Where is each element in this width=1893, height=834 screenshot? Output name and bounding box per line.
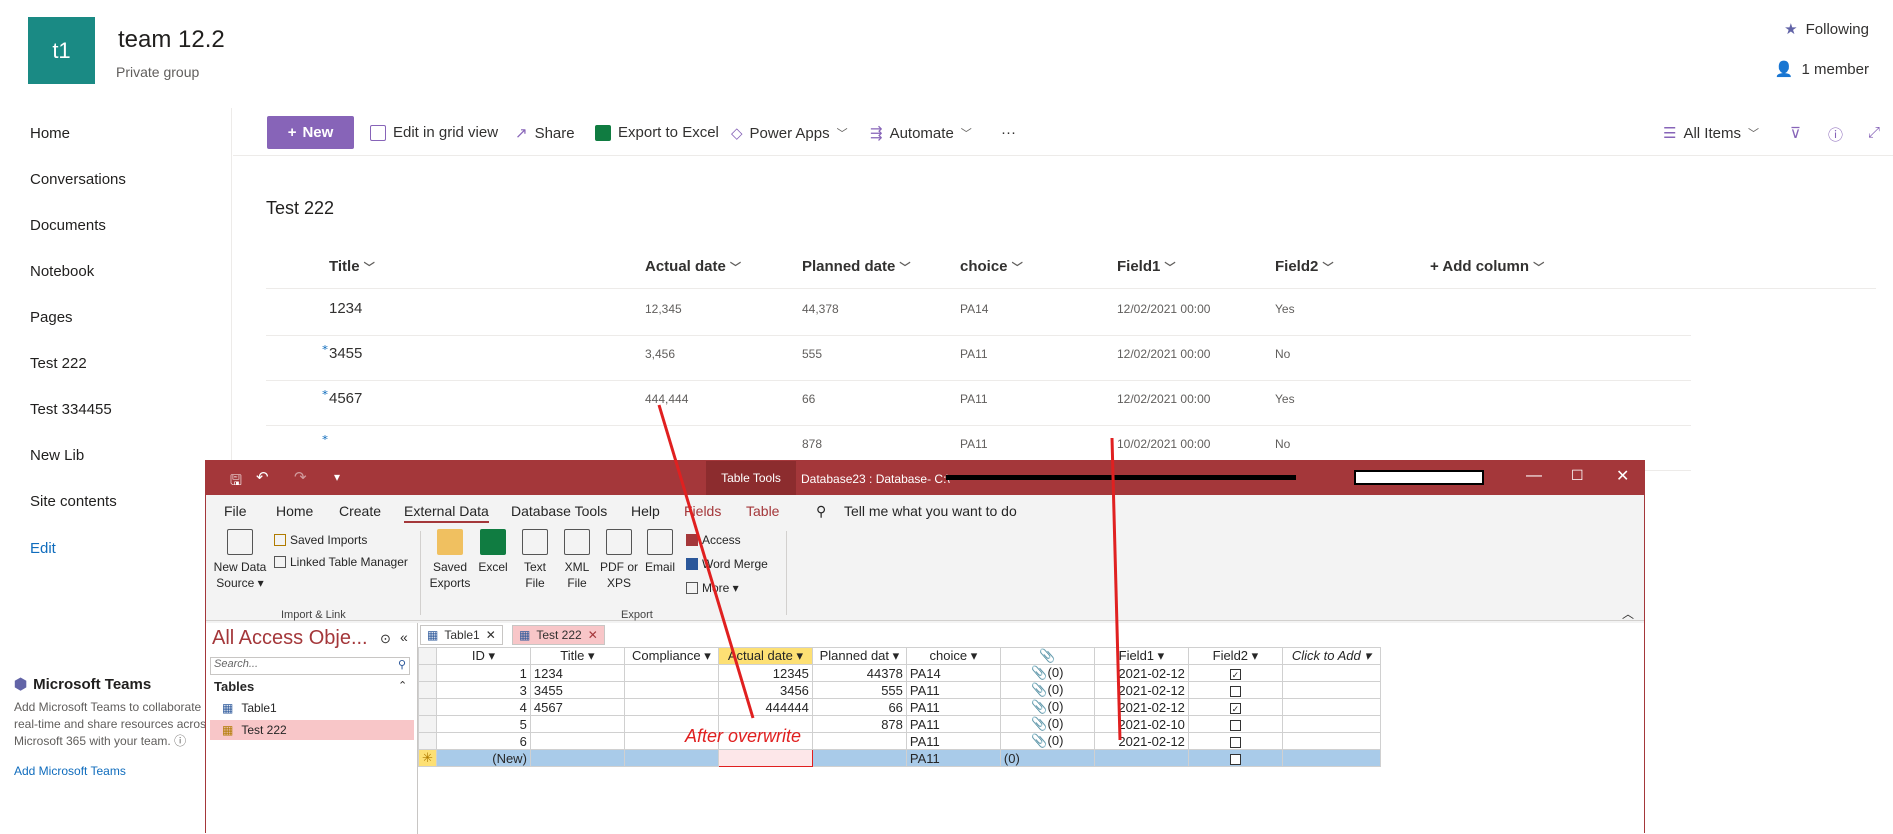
annotation-overlay xyxy=(657,404,1122,741)
annotation-text: After overwrite xyxy=(685,726,802,746)
annotation-line-field1 xyxy=(1110,437,1122,741)
annotation-line-actual xyxy=(657,404,755,719)
